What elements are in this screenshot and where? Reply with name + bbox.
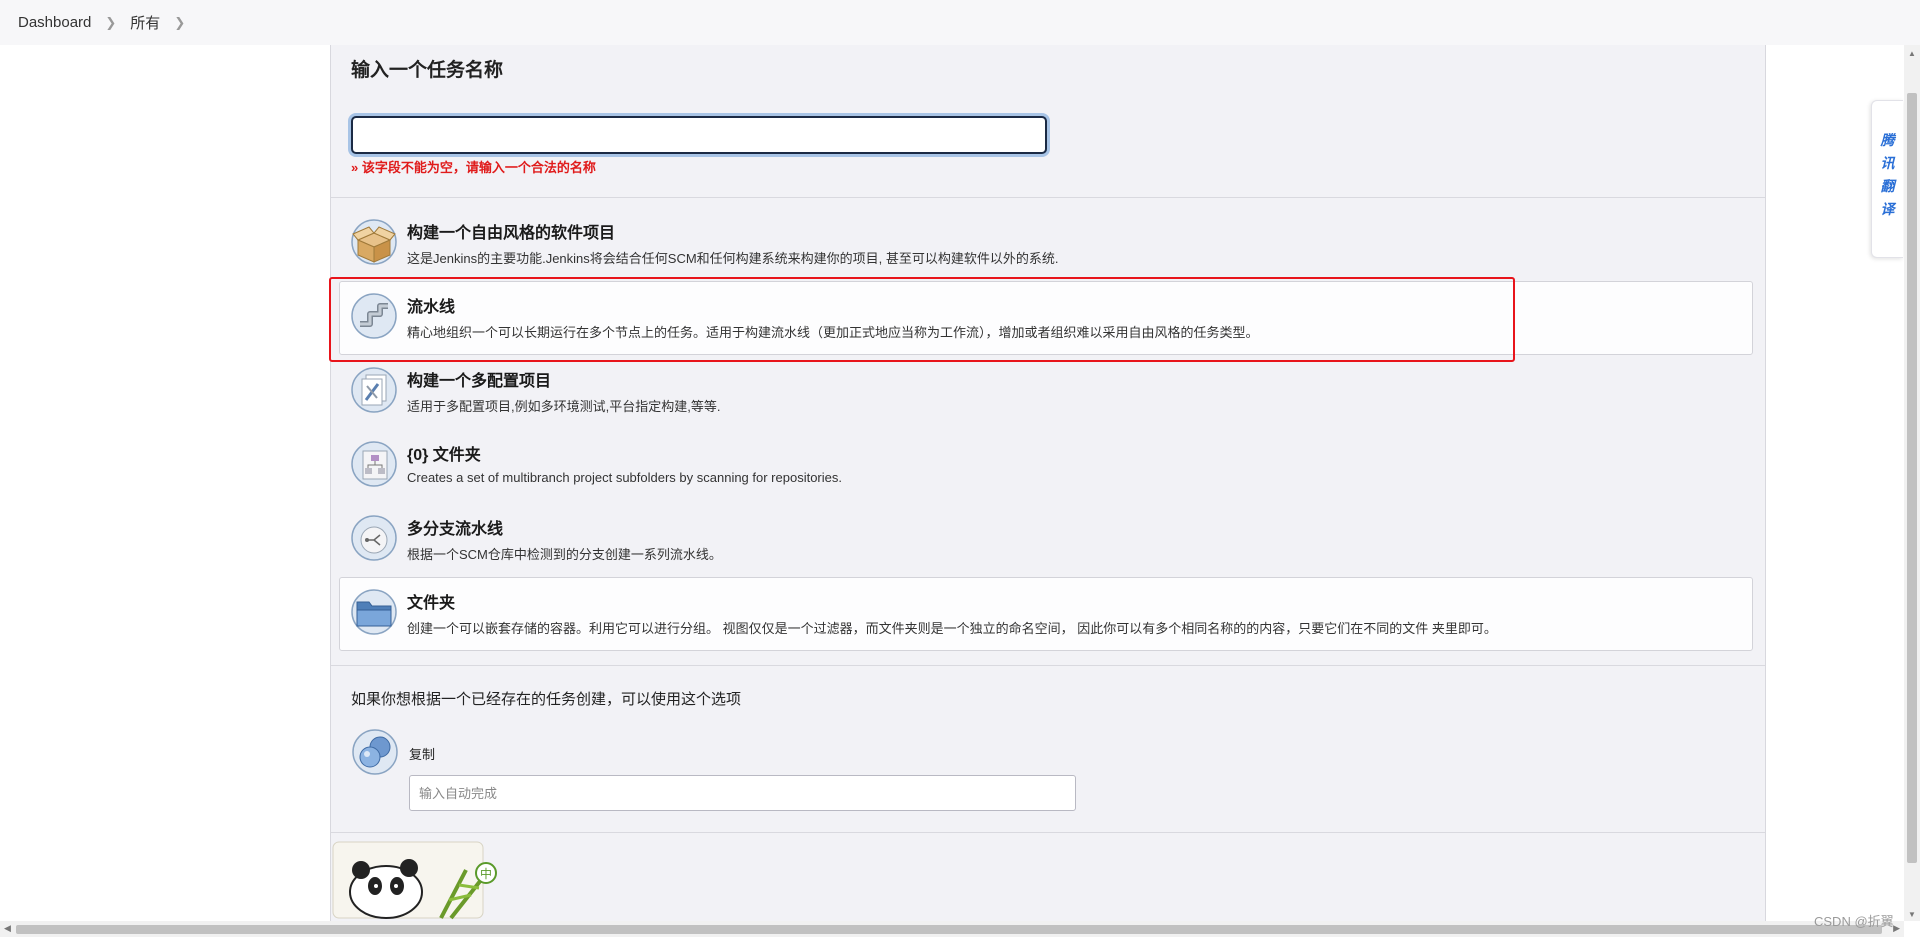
job-type-title: 文件夹 — [407, 595, 456, 612]
breadcrumb-dashboard[interactable]: Dashboard — [18, 14, 91, 31]
job-type-title: 多分支流水线 — [407, 521, 504, 538]
breadcrumb: Dashboard ❯ 所有 ❯ — [0, 0, 1920, 45]
copy-from-section: 如果你想根据一个已经存在的任务创建，可以使用这个选项 复制 — [331, 665, 1765, 833]
job-type-desc: 这是Jenkins的主要功能.Jenkins将会结合任何SCM和任何构建系统来构… — [407, 251, 1059, 266]
freestyle-box-icon — [351, 219, 397, 265]
breadcrumb-all[interactable]: 所有 — [130, 12, 160, 33]
job-type-freestyle[interactable]: 构建一个自由风格的软件项目 这是Jenkins的主要功能.Jenkins将会结合… — [339, 207, 1753, 281]
org-folder-icon — [351, 441, 397, 487]
job-type-folder[interactable]: 文件夹 创建一个可以嵌套存储的容器。利用它可以进行分组。 视图仅仅是一个过滤器，… — [339, 577, 1753, 651]
csdn-watermark: CSDN @折翼 — [1814, 914, 1894, 929]
job-type-org-folder[interactable]: {0} 文件夹 Creates a set of multibranch pro… — [339, 429, 1753, 503]
horizontal-scroll-thumb[interactable] — [16, 925, 1882, 934]
item-name-input[interactable] — [351, 116, 1047, 154]
item-name-error: » 该字段不能为空，请输入一个合法的名称 — [351, 160, 596, 175]
copy-from-input[interactable] — [409, 775, 1076, 811]
job-type-title: {0} 文件夹 — [407, 447, 481, 464]
horizontal-scrollbar[interactable]: ◀ ▶ — [0, 921, 1904, 937]
translate-tab[interactable]: 腾 讯 翻 译 — [1871, 100, 1903, 258]
job-type-desc: Creates a set of multibranch project sub… — [407, 470, 842, 485]
translate-char: 讯 — [1880, 155, 1895, 171]
job-type-list: 构建一个自由风格的软件项目 这是Jenkins的主要功能.Jenkins将会结合… — [339, 207, 1753, 651]
svg-text:中: 中 — [480, 866, 492, 881]
folder-icon — [351, 589, 397, 635]
multibranch-pipeline-icon — [351, 515, 397, 561]
scroll-right-icon[interactable]: ▶ — [1893, 923, 1900, 934]
multi-config-icon — [351, 367, 397, 413]
panda-illustration: 中 — [332, 841, 497, 920]
vertical-scrollbar[interactable]: ▲ ▼ — [1904, 45, 1920, 921]
job-type-title: 构建一个多配置项目 — [407, 373, 552, 390]
chevron-right-icon: ❯ — [105, 14, 117, 30]
job-type-pipeline[interactable]: 流水线 精心地组织一个可以长期运行在多个节点上的任务。适用于构建流水线（更加正式… — [339, 281, 1753, 355]
copy-label: 复制 — [409, 747, 436, 762]
job-type-title: 流水线 — [407, 299, 456, 316]
translate-char: 翻 — [1880, 178, 1895, 194]
new-item-panel: 输入一个任务名称 » 该字段不能为空，请输入一个合法的名称 构建一个自由风格的软… — [330, 45, 1766, 921]
translate-char: 腾 — [1880, 132, 1895, 148]
pipeline-icon — [351, 293, 397, 339]
vertical-scroll-thumb[interactable] — [1907, 93, 1917, 863]
job-type-desc: 适用于多配置项目,例如多环境测试,平台指定构建,等等. — [407, 399, 721, 414]
job-type-desc: 精心地组织一个可以长期运行在多个节点上的任务。适用于构建流水线（更加正式地应当称… — [407, 325, 1259, 340]
item-name-section: 输入一个任务名称 » 该字段不能为空，请输入一个合法的名称 — [331, 45, 1765, 198]
translate-char: 译 — [1880, 201, 1895, 217]
job-type-desc: 根据一个SCM仓库中检测到的分支创建一系列流水线。 — [407, 547, 722, 562]
job-type-multibranch-pipeline[interactable]: 多分支流水线 根据一个SCM仓库中检测到的分支创建一系列流水线。 — [339, 503, 1753, 577]
scroll-left-icon[interactable]: ◀ — [4, 923, 11, 934]
job-type-multi-config[interactable]: 构建一个多配置项目 适用于多配置项目,例如多环境测试,平台指定构建,等等. — [339, 355, 1753, 429]
chevron-right-icon[interactable]: ❯ — [174, 15, 185, 31]
scroll-down-icon[interactable]: ▼ — [1908, 910, 1916, 919]
copy-question: 如果你想根据一个已经存在的任务创建，可以使用这个选项 — [351, 691, 742, 708]
item-name-heading: 输入一个任务名称 — [351, 60, 504, 81]
job-type-desc: 创建一个可以嵌套存储的容器。利用它可以进行分组。 视图仅仅是一个过滤器，而文件夹… — [407, 621, 1497, 636]
copy-spheres-icon — [352, 729, 398, 775]
scroll-up-icon[interactable]: ▲ — [1908, 49, 1916, 58]
job-type-title: 构建一个自由风格的软件项目 — [407, 225, 616, 242]
